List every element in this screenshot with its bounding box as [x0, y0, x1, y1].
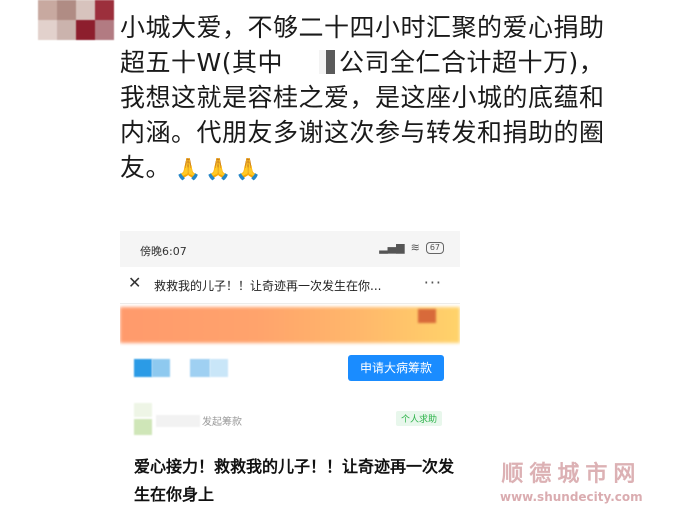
- post-segment: 友。: [120, 153, 172, 182]
- category-tag: 个人求助: [396, 411, 443, 426]
- post-line: 小城大爱，不够二十四小时汇聚的爱心捐助: [120, 13, 605, 42]
- page-title: 救救我的儿子！！让奇迹再一次发生在你...: [154, 279, 382, 293]
- nav-bar: ✕ 救救我的儿子！！让奇迹再一次发生在你... ···: [120, 267, 460, 304]
- blurred-avatar: [134, 419, 152, 435]
- fundraiser-header: 申请大病筹款: [120, 349, 460, 393]
- post-text: 小城大爱，不够二十四小时汇聚的爱心捐助 超五十W(其中 公司全仁合计超十万)， 我…: [120, 10, 698, 187]
- post-segment: 超五十W(其中: [120, 48, 283, 77]
- avatar-tile: [57, 0, 76, 20]
- pray-emoji-icon: 🙏🙏🙏: [175, 157, 266, 181]
- watermark-name: 顺德城市网: [501, 462, 642, 487]
- fundraiser-headline: 爱心接力！救救我的儿子！！让奇迹再一次发生在你身上: [134, 457, 455, 504]
- shared-screenshot[interactable]: 傍晚6:07 ▂▄▆ ≋ 67 ✕ 救救我的儿子！！让奇迹再一次发生在你... …: [120, 231, 460, 525]
- post-line: 我想这就是容桂之爱，是这座小城的底蕴和: [120, 83, 605, 112]
- wifi-icon: ≋: [410, 241, 420, 254]
- blurred-banner-mark: [418, 309, 436, 323]
- status-icons: ▂▄▆ ≋ 67: [379, 241, 444, 254]
- blurred-banner: [120, 307, 460, 343]
- avatar[interactable]: [38, 0, 114, 40]
- post-segment: 公司全仁合计超十万)，: [338, 48, 605, 77]
- more-icon[interactable]: ···: [424, 273, 442, 292]
- site-watermark: 顺德城市网 www.shundecity.com: [500, 456, 643, 504]
- blurred-name: [156, 415, 200, 427]
- info-label: 发起筹款: [202, 417, 242, 428]
- avatar-tile: [95, 0, 114, 20]
- fundraiser-info-row: 发起筹款 个人求助: [120, 403, 460, 443]
- avatar-tile: [57, 20, 76, 40]
- blurred-logo: [134, 359, 152, 377]
- avatar-tile: [76, 0, 95, 20]
- apply-fundraising-button[interactable]: 申请大病筹款: [348, 355, 444, 381]
- avatar-tile: [38, 20, 57, 40]
- signal-icon: ▂▄▆: [379, 241, 405, 254]
- watermark-url: www.shundecity.com: [500, 490, 643, 504]
- blurred-logo: [210, 359, 228, 377]
- status-bar: 傍晚6:07 ▂▄▆ ≋ 67: [120, 231, 460, 267]
- close-icon[interactable]: ✕: [128, 273, 141, 292]
- status-time: 傍晚6:07: [140, 245, 187, 258]
- blurred-logo: [152, 359, 170, 377]
- post-line: 友。 🙏🙏🙏: [120, 150, 698, 187]
- avatar-tile: [95, 20, 114, 40]
- post-line: 超五十W(其中 公司全仁合计超十万)，: [120, 45, 698, 80]
- blurred-avatar: [134, 403, 152, 417]
- avatar-tile: [38, 0, 57, 20]
- blurred-logo: [190, 359, 210, 377]
- redacted-mosaic: [318, 50, 335, 74]
- avatar-tile: [76, 20, 95, 40]
- battery-icon: 67: [425, 241, 444, 254]
- post-line: 内涵。代朋友多谢这次参与转发和捐助的圈: [120, 118, 605, 147]
